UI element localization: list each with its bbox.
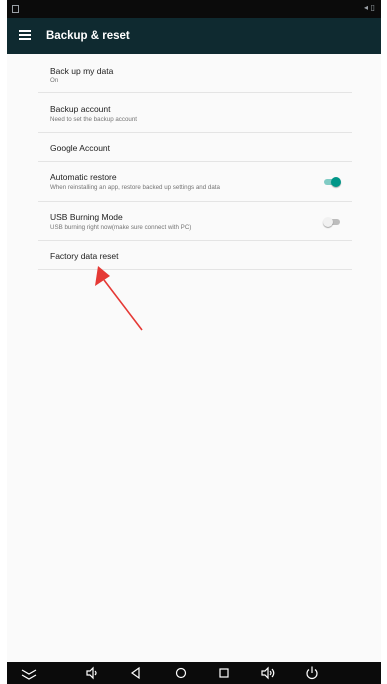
setting-label: Backup account (50, 104, 111, 114)
navigation-bar (7, 662, 381, 684)
toggle-knob (331, 177, 341, 187)
setting-usb-burning-mode[interactable]: USB Burning Mode USB burning right now(m… (38, 202, 352, 241)
status-icons: ◂ ▯ (364, 3, 375, 12)
recents-icon[interactable] (216, 665, 232, 681)
setting-automatic-restore[interactable]: Automatic restore When reinstalling an a… (38, 162, 352, 202)
app-bar: Backup & reset (7, 18, 381, 54)
setting-label: Google Account (50, 143, 111, 153)
volume-up-icon[interactable] (260, 665, 276, 681)
volume-down-icon[interactable] (84, 665, 100, 681)
setting-backup-account[interactable]: Backup account Need to set the backup ac… (38, 93, 352, 133)
setting-google-account[interactable]: Google Account (38, 133, 352, 162)
setting-back-up-my-data[interactable]: Back up my data On (38, 54, 352, 93)
setting-factory-data-reset[interactable]: Factory data reset (38, 241, 352, 270)
automatic-restore-toggle[interactable] (324, 177, 341, 187)
collapse-chevron-icon[interactable] (21, 665, 37, 681)
page-title: Backup & reset (46, 30, 130, 42)
setting-summary: Need to set the backup account (50, 116, 138, 123)
back-icon[interactable] (128, 665, 144, 681)
home-icon[interactable] (173, 665, 189, 681)
setting-label: Automatic restore (50, 172, 117, 182)
setting-label: Factory data reset (50, 251, 119, 261)
setting-summary: USB burning right now(make sure connect … (50, 224, 192, 231)
device-screen: ◂ ▯ Backup & reset Back up my data On Ba… (7, 0, 381, 684)
usb-burning-mode-toggle[interactable] (323, 217, 340, 227)
setting-label: Back up my data (50, 66, 114, 76)
settings-list: Back up my data On Backup account Need t… (38, 54, 352, 270)
setting-label: USB Burning Mode (50, 212, 123, 222)
setting-summary: On (50, 77, 59, 84)
toggle-knob (323, 217, 333, 227)
hamburger-menu-icon[interactable] (19, 30, 31, 40)
setting-summary: When reinstalling an app, restore backed… (50, 184, 220, 191)
status-bar: ◂ ▯ (7, 0, 381, 18)
notification-icon (12, 5, 19, 13)
power-icon[interactable] (304, 665, 320, 681)
